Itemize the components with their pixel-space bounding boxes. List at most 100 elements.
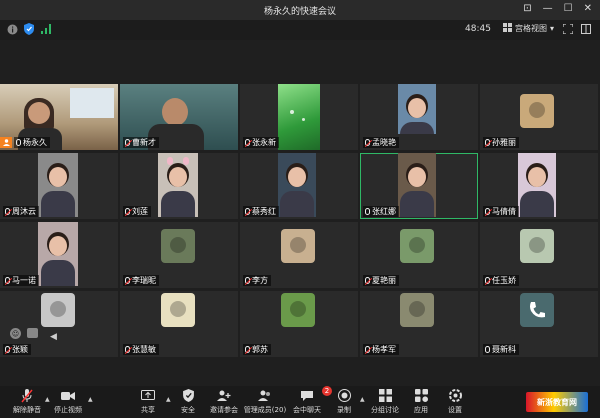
participant-tile[interactable]: 聂新科 xyxy=(480,291,598,357)
chat-button[interactable]: 2 会中聊天 xyxy=(287,386,332,415)
mic-muted-icon xyxy=(245,139,250,146)
share-button[interactable]: 共享 xyxy=(128,388,168,415)
invite-button[interactable]: 邀请参会 xyxy=(204,388,244,415)
video-options-icon[interactable]: ▲ xyxy=(88,396,93,403)
participant-tile[interactable]: 周沐云 xyxy=(0,153,118,219)
participant-name-tag: 孙雅丽 xyxy=(483,137,519,148)
mic-muted-icon xyxy=(5,277,10,284)
participant-video xyxy=(161,229,195,263)
mic-muted-icon xyxy=(5,346,10,353)
mic-muted-icon xyxy=(125,208,130,215)
participant-tile[interactable]: 郭苏 xyxy=(240,291,358,357)
participant-tile[interactable]: 孟晓艳 xyxy=(360,84,478,150)
participant-name: 夏艳丽 xyxy=(372,276,396,285)
manage-members-label: 管理成员(20) xyxy=(243,406,287,414)
fullscreen-icon[interactable] xyxy=(562,23,574,35)
mic-icon xyxy=(365,208,370,215)
settings-button[interactable]: 设置 xyxy=(435,388,475,415)
mic-muted-icon xyxy=(365,277,370,284)
participant-name-tag: 李方 xyxy=(243,275,271,286)
members-icon xyxy=(258,388,272,403)
layout-icon[interactable] xyxy=(580,23,592,35)
unmute-button[interactable]: 解除静音 xyxy=(7,388,47,415)
participant-video xyxy=(398,153,436,217)
participant-video xyxy=(281,293,315,327)
record-label: 录制 xyxy=(337,406,351,414)
close-icon[interactable]: ✕ xyxy=(584,4,592,14)
participant-video xyxy=(400,229,434,263)
record-button[interactable]: 录制 xyxy=(324,388,364,415)
mic-muted-icon xyxy=(485,208,490,215)
apps-icon xyxy=(414,388,428,403)
chat-label: 会中聊天 xyxy=(293,406,321,414)
mic-muted-icon xyxy=(21,388,33,403)
participant-tile[interactable]: 杨孝军 xyxy=(360,291,478,357)
participant-tile[interactable]: 张慧敏 xyxy=(120,291,238,357)
window-controls: ⊡ — ☐ ✕ xyxy=(523,4,592,14)
participant-tile[interactable]: 夏艳丽 xyxy=(360,222,478,288)
security-button[interactable]: 安全 xyxy=(168,388,208,415)
mic-muted-icon xyxy=(485,139,490,146)
info-icon[interactable] xyxy=(6,23,18,35)
mic-muted-icon xyxy=(245,277,250,284)
minimize-icon[interactable]: — xyxy=(543,4,553,14)
participant-name: 杨孝军 xyxy=(372,345,396,354)
manage-members-button[interactable]: 管理成员(20) xyxy=(243,388,287,415)
participant-video xyxy=(520,94,554,128)
participant-name-tag: 马一诺 xyxy=(3,275,39,286)
record-options-icon[interactable]: ▲ xyxy=(360,396,365,403)
participant-tile[interactable]: 张红娜 xyxy=(360,153,478,219)
participant-name-tag: 刘莲 xyxy=(123,206,151,217)
gear-icon xyxy=(448,388,462,403)
participant-tile[interactable]: 孙雅丽 xyxy=(480,84,598,150)
pin-icon[interactable]: ⊡ xyxy=(523,4,531,14)
participant-tile[interactable]: 张颖 xyxy=(0,291,118,357)
participant-name-tag: 曹新才 xyxy=(123,137,159,148)
record-icon xyxy=(337,388,351,403)
participant-name-tag: 夏艳丽 xyxy=(363,275,399,286)
maximize-icon[interactable]: ☐ xyxy=(564,4,573,14)
participant-name-tag: 聂新科 xyxy=(483,344,519,355)
mic-icon xyxy=(485,346,490,353)
meeting-toolbar: 解除静音 ▲ 停止视频 ▲ 共享 ▲ 安全 邀请参会 管理成员(20) 2 会中… xyxy=(0,386,600,418)
share-label: 共享 xyxy=(141,406,155,414)
mic-muted-icon xyxy=(485,277,490,284)
mic-muted-icon xyxy=(5,208,10,215)
participant-video xyxy=(41,293,75,327)
participant-tile[interactable]: 李方 xyxy=(240,222,358,288)
chat-bubble-icon[interactable] xyxy=(27,328,38,338)
breakout-button[interactable]: 分组讨论 xyxy=(365,388,405,415)
participant-tile[interactable]: 张永新 xyxy=(240,84,358,150)
participant-name-tag: 张慧敏 xyxy=(123,344,159,355)
participant-video xyxy=(158,153,198,217)
participant-video xyxy=(38,222,78,286)
shield-icon[interactable] xyxy=(23,23,35,35)
signal-icon xyxy=(40,23,52,35)
participant-name: 张慧敏 xyxy=(132,345,156,354)
participant-name: 曹新才 xyxy=(132,138,156,147)
participant-tile[interactable]: 蔡秀红 xyxy=(240,153,358,219)
meeting-title: 杨永久的快速会议 xyxy=(263,6,336,17)
previous-page-icon[interactable]: ◀ xyxy=(50,332,57,342)
participant-video xyxy=(518,153,556,217)
add-user-icon xyxy=(217,388,231,403)
stop-video-button[interactable]: 停止视频 xyxy=(48,388,88,415)
participant-tile[interactable]: 马一诺 xyxy=(0,222,118,288)
host-badge xyxy=(0,137,12,148)
participant-tile[interactable]: 杨永久 xyxy=(0,84,118,150)
participant-tile[interactable]: 李瑞昵 xyxy=(120,222,238,288)
participant-tile[interactable]: 刘莲 xyxy=(120,153,238,219)
participant-tile[interactable]: 马倩倩 xyxy=(480,153,598,219)
participant-name: 任玉娇 xyxy=(492,276,516,285)
camera-icon xyxy=(61,388,75,403)
participant-name-tag: 周沐云 xyxy=(3,206,39,217)
participant-name: 孙雅丽 xyxy=(492,138,516,147)
participant-name: 周沐云 xyxy=(12,207,36,216)
view-switch-button[interactable]: 宫格视图 ▾ xyxy=(503,23,554,34)
participant-name-tag: 马倩倩 xyxy=(483,206,519,217)
mic-muted-icon xyxy=(125,346,130,353)
participant-tile[interactable]: 曹新才 xyxy=(120,84,238,150)
reaction-icon[interactable]: ☺ xyxy=(10,328,21,339)
participant-name-tag: 张红娜 xyxy=(363,206,399,217)
participant-tile[interactable]: 任玉娇 xyxy=(480,222,598,288)
